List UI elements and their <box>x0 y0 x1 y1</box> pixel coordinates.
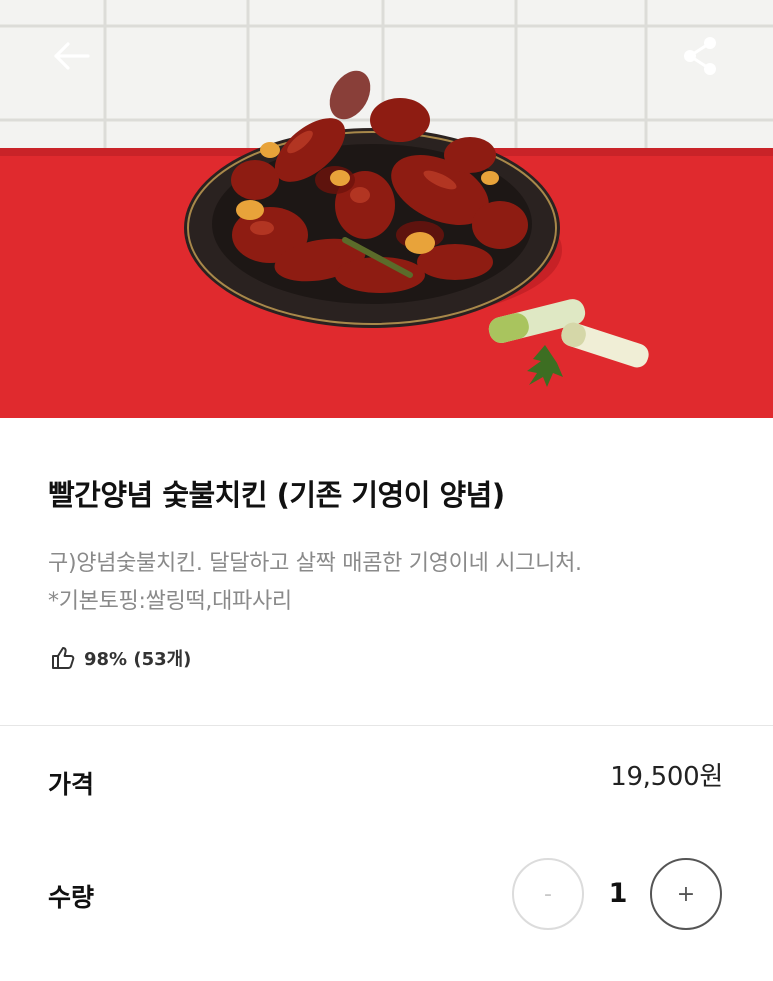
plus-icon: + <box>676 881 696 907</box>
minus-icon: - <box>544 881 552 907</box>
thumbs-up-icon <box>52 647 75 669</box>
back-button[interactable] <box>50 34 94 78</box>
share-button[interactable] <box>678 34 722 78</box>
section-divider <box>0 725 773 726</box>
product-description: 구)양념숯불치킨. 달달하고 살짝 매콤한 기영이네 시그니처. *기본토핑:쌀… <box>48 545 738 621</box>
product-title: 빨간양념 숯불치킨 (기존 기영이 양념) <box>48 478 505 512</box>
product-hero-image <box>0 0 773 418</box>
arrow-left-icon <box>54 42 90 70</box>
increase-quantity-button[interactable]: + <box>650 858 722 930</box>
rating: 98% (53개) <box>50 645 191 671</box>
quantity-label: 수량 <box>48 883 95 912</box>
chicken-dish-illustration <box>0 0 773 418</box>
description-line: 구)양념숯불치킨. 달달하고 살짝 매콤한 기영이네 시그니처. <box>48 551 582 576</box>
share-icon <box>684 37 716 75</box>
quantity-value: 1 <box>608 878 628 909</box>
decrease-quantity-button[interactable]: - <box>512 858 584 930</box>
price-label: 가격 <box>48 770 95 799</box>
price-value: 19,500원 <box>610 762 723 792</box>
rating-text: 98% (53개) <box>84 649 192 670</box>
description-line: *기본토핑:쌀링떡,대파사리 <box>48 589 292 614</box>
